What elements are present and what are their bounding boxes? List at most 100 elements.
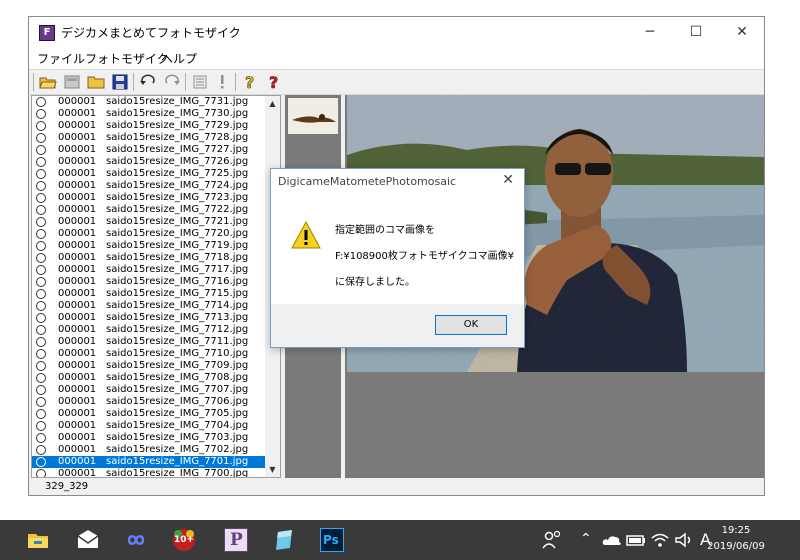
battery-icon[interactable] [624,528,648,552]
list-item[interactable]: 000001 saido15resize_IMG_7727.jpg [32,144,266,156]
list-item[interactable]: 000001 saido15resize_IMG_7709.jpg [32,360,266,372]
badge-app-icon[interactable]: 10+ [172,528,196,552]
radio-button[interactable] [36,409,46,419]
list-item[interactable]: 000001 saido15resize_IMG_7716.jpg [32,276,266,288]
list-item[interactable]: 000001 saido15resize_IMG_7706.jpg [32,396,266,408]
radio-button[interactable] [36,229,46,239]
list-item[interactable]: 000001 saido15resize_IMG_7728.jpg [32,132,266,144]
radio-button[interactable] [36,433,46,443]
new-image-icon[interactable] [63,73,81,91]
radio-button[interactable] [36,301,46,311]
radio-button[interactable] [36,241,46,251]
list-item[interactable]: 000001 saido15resize_IMG_7723.jpg [32,192,266,204]
list-icon[interactable] [191,73,209,91]
open-folder-icon[interactable] [39,73,57,91]
help-icon[interactable]: ? [241,73,259,91]
list-item[interactable]: 000001 saido15resize_IMG_7731.jpg [32,96,266,108]
clock[interactable]: 19:25 2019/06/09 [706,523,766,555]
radio-button[interactable] [36,181,46,191]
radio-button[interactable] [36,157,46,167]
photoshop-icon[interactable]: Ps [320,528,344,552]
folder-icon[interactable] [87,73,105,91]
radio-button[interactable] [36,193,46,203]
radio-button[interactable] [36,337,46,347]
cloud-icon[interactable] [600,528,624,552]
radio-button[interactable] [36,289,46,299]
list-item[interactable]: 000001 saido15resize_IMG_7701.jpg [32,456,266,468]
exclamation-icon[interactable] [213,73,231,91]
chevron-up-icon[interactable]: ⌃ [580,531,592,547]
list-item[interactable]: 000001 saido15resize_IMG_7720.jpg [32,228,266,240]
list-item[interactable]: 000001 saido15resize_IMG_7719.jpg [32,240,266,252]
list-item[interactable]: 000001 saido15resize_IMG_7711.jpg [32,336,266,348]
people-icon[interactable] [540,528,564,552]
radio-button[interactable] [36,133,46,143]
list-item[interactable]: 000001 saido15resize_IMG_7710.jpg [32,348,266,360]
radio-button[interactable] [36,325,46,335]
list-item[interactable]: 000001 saido15resize_IMG_7702.jpg [32,444,266,456]
list-item[interactable]: 000001 saido15resize_IMG_7704.jpg [32,420,266,432]
ok-button[interactable]: OK [435,315,507,335]
list-item[interactable]: 000001 saido15resize_IMG_7718.jpg [32,252,266,264]
radio-button[interactable] [36,97,46,107]
radio-button[interactable] [36,217,46,227]
mail-icon[interactable] [76,528,100,552]
radio-button[interactable] [36,445,46,455]
radio-button[interactable] [36,361,46,371]
title-bar[interactable]: F デジカメまとめてフォトモザイク ─ ☐ ✕ [29,17,764,47]
menu-file[interactable]: ファイル [37,50,85,67]
radio-button[interactable] [36,421,46,431]
list-item[interactable]: 000001 saido15resize_IMG_7729.jpg [32,120,266,132]
close-button[interactable]: ✕ [719,17,765,47]
radio-button[interactable] [36,109,46,119]
redo-icon[interactable] [163,73,181,91]
volume-icon[interactable] [672,528,696,552]
radio-button[interactable] [36,457,46,467]
radio-button[interactable] [36,385,46,395]
list-item[interactable]: 000001 saido15resize_IMG_7721.jpg [32,216,266,228]
bird-thumbnail[interactable] [288,98,338,134]
file-list[interactable]: 000001 saido15resize_IMG_7731.jpg 000001 sa… [31,95,281,478]
undo-icon[interactable] [139,73,157,91]
radio-button[interactable] [36,145,46,155]
list-item[interactable]: 000001 saido15resize_IMG_7703.jpg [32,432,266,444]
list-item[interactable]: 000001 saido15resize_IMG_7722.jpg [32,204,266,216]
list-item[interactable]: 000001 saido15resize_IMG_7726.jpg [32,156,266,168]
context-help-icon[interactable]: ? [265,73,283,91]
list-item[interactable]: 000001 saido15resize_IMG_7700.jpg [32,468,266,477]
radio-button[interactable] [36,349,46,359]
scroll-up-arrow[interactable]: ▲ [265,96,280,111]
dialog-close-button[interactable]: ✕ [502,172,514,188]
radio-button[interactable] [36,205,46,215]
list-item[interactable]: 000001 saido15resize_IMG_7708.jpg [32,372,266,384]
radio-button[interactable] [36,121,46,131]
radio-button[interactable] [36,469,46,477]
list-item[interactable]: 000001 saido15resize_IMG_7725.jpg [32,168,266,180]
radio-button[interactable] [36,265,46,275]
save-icon[interactable] [111,73,129,91]
photomosaic-taskbar-icon[interactable]: P [224,528,248,552]
list-item[interactable]: 000001 saido15resize_IMG_7717.jpg [32,264,266,276]
menu-photomosaic[interactable]: フォトモザイク [85,50,169,67]
radio-button[interactable] [36,253,46,263]
list-item[interactable]: 000001 saido15resize_IMG_7730.jpg [32,108,266,120]
radio-button[interactable] [36,397,46,407]
file-explorer-icon[interactable] [26,528,50,552]
radio-button[interactable] [36,313,46,323]
list-item[interactable]: 000001 saido15resize_IMG_7713.jpg [32,312,266,324]
list-item[interactable]: 000001 saido15resize_IMG_7714.jpg [32,300,266,312]
maximize-button[interactable]: ☐ [673,17,719,47]
list-item[interactable]: 000001 saido15resize_IMG_7705.jpg [32,408,266,420]
list-item[interactable]: 000001 saido15resize_IMG_7724.jpg [32,180,266,192]
minimize-button[interactable]: ─ [627,17,673,47]
radio-button[interactable] [36,169,46,179]
infinity-icon[interactable] [124,528,148,552]
scroll-down-arrow[interactable]: ▼ [265,462,280,477]
radio-button[interactable] [36,373,46,383]
list-item[interactable]: 000001 saido15resize_IMG_7707.jpg [32,384,266,396]
menu-help[interactable]: ヘルプ [161,50,197,67]
notepad-icon[interactable] [272,528,296,552]
wifi-icon[interactable] [648,528,672,552]
radio-button[interactable] [36,277,46,287]
list-item[interactable]: 000001 saido15resize_IMG_7712.jpg [32,324,266,336]
